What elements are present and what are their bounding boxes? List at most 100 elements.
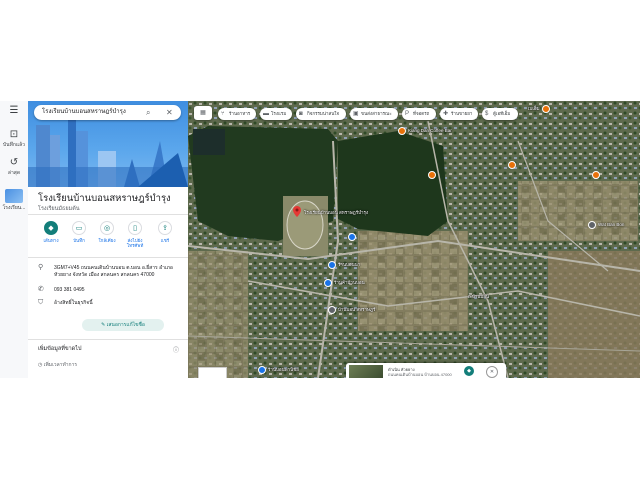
- shop-icon: [541, 105, 550, 113]
- bookmark-icon: ⊡: [9, 129, 19, 140]
- poi-shop-center-label: ร้านบอนนา: [338, 262, 361, 268]
- satellite-map[interactable]: ▦ ⑂ ร้านอาหาร ▬ โรงแรม ◙ กิจกรรมน่าสนใจ ▣ ขน…: [188, 101, 640, 378]
- nearby-close-button[interactable]: ✕: [486, 366, 498, 378]
- poi-cafe-label: Kiang Dan Coffee Bar: [408, 128, 452, 134]
- shop-icon: [592, 171, 600, 179]
- shop-icon: [428, 171, 436, 179]
- poi-top-right[interactable]: เบเอ็ม: [528, 105, 552, 113]
- poi-shop-mid-label: ร้านค้าบ้านบอน: [334, 280, 365, 286]
- rail-recent-button[interactable]: ↺ ล่าสุด: [2, 157, 26, 176]
- poi-temple[interactable]: Wat Ban Bon: [588, 221, 624, 229]
- layers-button[interactable]: ▦: [194, 106, 212, 120]
- poi-temple-label: Wat Ban Bon: [598, 222, 625, 228]
- shop-icon: [328, 261, 336, 269]
- chip-restaurants[interactable]: ⑂ ร้านอาหาร: [218, 108, 256, 120]
- directions-icon: ◆: [467, 368, 471, 374]
- map-marker[interactable]: [508, 161, 518, 169]
- share-icon: ⇪: [158, 221, 172, 235]
- pin-icon: [328, 306, 336, 314]
- poi-shop-lower-label: บ้านบอน สหราษฎร์: [338, 307, 376, 313]
- place-thumbnail: [5, 189, 23, 203]
- divider: [28, 257, 188, 258]
- suggest-edit-button[interactable]: ✎ เสนอการแก้ไขชื่อ: [82, 319, 164, 331]
- divider: [28, 214, 188, 215]
- share-button[interactable]: ⇪ แชร์: [152, 221, 178, 243]
- send-to-phone-label: ส่งไปยัง โทรศัพท์: [126, 238, 144, 248]
- close-icon: ✕: [489, 369, 495, 375]
- chip-transit[interactable]: ▣ ขนส่งสาธารณะ: [350, 108, 398, 120]
- shop-icon: [258, 366, 266, 374]
- send-to-phone-button[interactable]: ▯ ส่งไปยัง โทรศัพท์: [122, 221, 148, 248]
- map-mini-control[interactable]: [198, 367, 227, 378]
- directions-label: เส้นทาง: [43, 238, 59, 243]
- nearby-place-card[interactable]: ดำเนิน หัวยยาง ถนนคนเดินบ้านบอน บ้านบอน …: [346, 363, 506, 378]
- chip-things-to-do[interactable]: ◙ กิจกรรมน่าสนใจ: [296, 108, 346, 120]
- map-marker[interactable]: [348, 233, 358, 241]
- poi-cafe[interactable]: Kiang Dan Coffee Bar: [398, 127, 452, 135]
- address-row[interactable]: ⚲ 3GM7+V45 ถนนคนเดินบ้านบอน ต.บอน อ.ยี่ส…: [38, 264, 184, 281]
- poi-school-label[interactable]: โรงเรียนบ้านบอน สหราษฎร์บำรุง: [304, 209, 368, 216]
- nearby-directions-button[interactable]: ◆: [464, 366, 474, 376]
- location-pin-icon[interactable]: [293, 206, 301, 217]
- add-missing-info-text: เพิ่มข้อมูลที่ขาดไป: [38, 346, 82, 352]
- maps-screen: ☰ ⊡ บันทึกแล้ว ↺ ล่าสุด โรงเรียน... โรงเ…: [0, 101, 640, 378]
- chip-pharmacy-label: ร้านขายยา: [451, 111, 473, 116]
- transit-icon: ▣: [353, 111, 359, 117]
- rail-menu-button[interactable]: ☰: [2, 105, 26, 118]
- add-missing-info-heading: เพิ่มข้อมูลที่ขาดไป ⓘ: [38, 345, 179, 354]
- cafe-icon: [398, 127, 406, 135]
- address-text: 3GM7+V45 ถนนคนเดินบ้านบอน ต.บอน อ.ยี่สาร…: [54, 265, 173, 278]
- claim-text: อ้างสิทธิ์ในธุรกิจนี้: [54, 300, 93, 306]
- nearby-button[interactable]: ◎ ใกล้เคียง: [94, 221, 120, 243]
- chip-parking-label: ที่จอดรถ: [413, 111, 430, 116]
- phone-text: 093 381 0495: [54, 287, 85, 293]
- poi-shop-mid[interactable]: ร้านค้าบ้านบอน: [324, 279, 365, 287]
- phone-icon: ✆: [38, 286, 44, 293]
- directions-icon: ◆: [44, 221, 58, 235]
- rail-place-button[interactable]: โรงเรียน...: [2, 189, 26, 211]
- save-label: บันทึก: [73, 238, 85, 243]
- poi-shop-lower[interactable]: บ้านบอน สหราษฎร์: [328, 306, 375, 314]
- layers-icon: ▦: [200, 110, 206, 116]
- phone-row[interactable]: ✆ 093 381 0495: [38, 286, 184, 295]
- search-icon[interactable]: ⌕: [146, 105, 150, 120]
- search-box[interactable]: โรงเรียนบ้านบอนสหราษฎร์บำรุง ⌕ ✕: [34, 105, 181, 120]
- satellite-imagery: [188, 101, 640, 378]
- help-icon[interactable]: ⓘ: [173, 345, 179, 354]
- divider: [28, 339, 188, 340]
- camera-icon: ◙: [299, 111, 303, 117]
- rail-place-label: โรงเรียน...: [2, 205, 26, 211]
- place-hero-photo[interactable]: โรงเรียนบ้านบอนสหราษฎร์บำรุง ⌕ ✕: [28, 101, 188, 187]
- history-icon: ↺: [9, 157, 19, 168]
- left-rail: ☰ ⊡ บันทึกแล้ว ↺ ล่าสุด โรงเรียน...: [0, 101, 29, 378]
- chip-transit-label: ขนส่งสาธารณะ: [361, 111, 392, 116]
- chip-parking[interactable]: P ที่จอดรถ: [402, 108, 436, 120]
- map-marker[interactable]: [428, 171, 438, 179]
- place-actions: ◆ เส้นทาง ▭ บันทึก ◎ ใกล้เคียง ▯ ส่งไปยั…: [38, 221, 184, 251]
- search-input[interactable]: โรงเรียนบ้านบอนสหราษฎร์บำรุง: [42, 109, 126, 115]
- poi-shop-bottom-label: ร้านบอนพานิชย์: [268, 367, 299, 373]
- rail-recent-label: ล่าสุด: [7, 170, 21, 176]
- directions-button[interactable]: ◆ เส้นทาง: [38, 221, 64, 243]
- poi-shop-center[interactable]: ร้านบอนนา: [328, 261, 360, 269]
- chip-things-to-do-label: กิจกรรมน่าสนใจ: [307, 111, 340, 116]
- rail-saved-button[interactable]: ⊡ บันทึกแล้ว: [2, 129, 26, 148]
- rail-saved-label: บันทึกแล้ว: [2, 142, 25, 148]
- close-icon[interactable]: ✕: [166, 105, 173, 120]
- claim-row[interactable]: ⛉ อ้างสิทธิ์ในธุรกิจนี้: [38, 299, 184, 308]
- shop-icon: [348, 233, 356, 241]
- map-marker[interactable]: [592, 171, 602, 179]
- temple-icon: [588, 221, 596, 229]
- chip-atm[interactable]: $ ตู้เอทีเอ็ม: [482, 108, 518, 120]
- suggest-edit-label: เสนอการแก้ไขชื่อ: [106, 322, 145, 328]
- place-title: โรงเรียนบ้านบอนสหราษฎร์บำรุง: [38, 193, 171, 204]
- chip-pharmacy[interactable]: ✚ ร้านขายยา: [440, 108, 478, 120]
- place-category[interactable]: โรงเรียนมัธยมต้น: [38, 205, 80, 213]
- menu-icon: ☰: [9, 105, 19, 116]
- add-hours-row[interactable]: ◷ เพิ่มเวลาทำการ: [38, 361, 77, 369]
- save-button[interactable]: ▭ บันทึก: [66, 221, 92, 243]
- poi-shop-bottom[interactable]: ร้านบอนพานิชย์: [258, 366, 299, 374]
- chip-hotels[interactable]: ▬ โรงแรม: [260, 108, 292, 120]
- chip-hotels-label: โรงแรม: [271, 111, 287, 116]
- hotel-icon: ▬: [263, 111, 269, 117]
